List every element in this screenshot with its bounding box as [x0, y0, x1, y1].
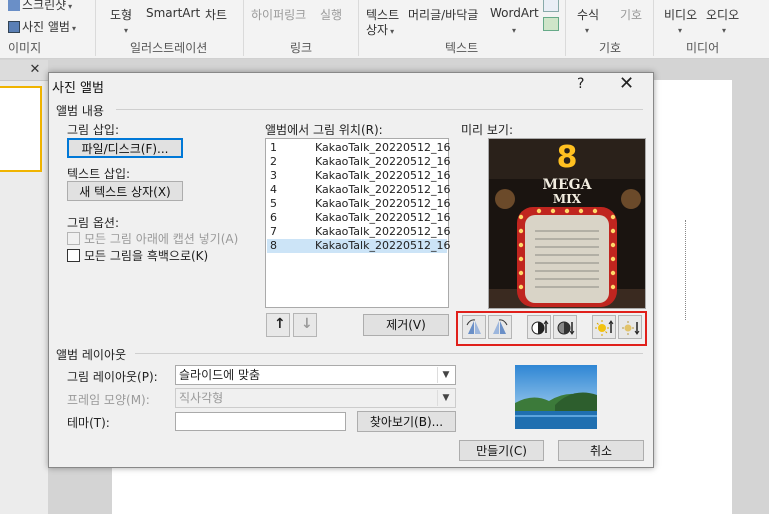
photo-album-button[interactable]: 사진 앨범 ▾: [8, 18, 76, 35]
black-white-label: 모든 그림을 흑백으로(K): [84, 249, 209, 263]
symbol-button[interactable]: 기호: [620, 6, 642, 23]
picture-layout-label: 그림 레이아웃(P):: [67, 370, 158, 384]
header-footer-button[interactable]: 머리글/바닥글: [408, 6, 478, 23]
group-separator: [95, 0, 96, 56]
file-disk-button[interactable]: 파일/디스크(F)...: [67, 138, 183, 158]
divider: [135, 353, 643, 354]
chevron-down-icon: ▼: [437, 367, 454, 383]
shapes-button[interactable]: 도형: [110, 6, 132, 23]
screenshot-icon: [8, 0, 20, 11]
preview-image: 8 MEGA MIX: [489, 139, 645, 308]
picture-layout-select[interactable]: 슬라이드에 맞춤 ▼: [175, 365, 456, 385]
divider: [116, 109, 643, 110]
audio-button[interactable]: 오디오: [706, 6, 739, 23]
group-label-links: 링크: [290, 41, 313, 55]
preview-frame: 8 MEGA MIX: [488, 138, 646, 309]
chevron-down-icon: ▾: [124, 26, 129, 35]
wordart-button[interactable]: WordArt: [490, 6, 539, 20]
move-down-button[interactable]: ↓: [293, 313, 317, 337]
group-label-symbols: 기호: [599, 41, 622, 55]
captions-label: 모든 그림 아래에 캡션 넣기(A): [84, 232, 239, 246]
group-label-illustrations: 일러스트레이션: [130, 41, 208, 55]
browse-button[interactable]: 찾아보기(B)...: [357, 411, 456, 432]
equation-button[interactable]: 수식: [577, 6, 599, 23]
move-up-button[interactable]: ↑: [266, 313, 290, 337]
list-item[interactable]: 1 KakaoTalk_20220512_16: [267, 141, 450, 155]
pane-close-icon[interactable]: ✕: [27, 62, 43, 78]
textbox-button-line2[interactable]: 상자 ▾: [366, 21, 394, 38]
pictures-listbox[interactable]: 1 KakaoTalk_20220512_16 2 KakaoTalk_202205…: [265, 138, 450, 308]
group-separator: [653, 0, 654, 56]
frame-shape-label: 프레임 모양(M):: [67, 393, 150, 407]
chevron-down-icon: ▾: [512, 26, 517, 35]
list-item[interactable]: 4 KakaoTalk_20220512_16: [267, 183, 450, 197]
preview-sign-text1: MEGA: [543, 177, 593, 193]
chevron-down-icon: ▾: [678, 26, 683, 35]
preview-sign-text2: MIX: [553, 192, 582, 206]
placeholder-border: [683, 220, 686, 320]
list-item[interactable]: 3 KakaoTalk_20220512_16: [267, 169, 450, 183]
chevron-down-icon: ▾: [390, 27, 395, 36]
video-button[interactable]: 비디오: [664, 6, 697, 23]
object-icon[interactable]: [543, 17, 559, 31]
group-label-media: 미디어: [686, 41, 720, 55]
captions-checkbox[interactable]: [67, 232, 80, 245]
arrow-up-icon: ↑: [274, 316, 286, 332]
black-white-checkbox[interactable]: [67, 249, 80, 262]
screenshot-button[interactable]: 스크린샷 ▾: [8, 0, 72, 13]
theme-label: 테마(T):: [67, 416, 110, 430]
chevron-down-icon: ▾: [722, 26, 727, 35]
group-label-text: 텍스트: [445, 41, 479, 55]
list-item[interactable]: 2 KakaoTalk_20220512_16: [267, 155, 450, 169]
pictures-in-album-label: 앨범에서 그림 위치(R):: [265, 123, 383, 137]
album-layout-heading: 앨범 레이아웃: [56, 348, 127, 362]
preview-label: 미리 보기:: [461, 123, 514, 137]
album-content-heading: 앨범 내용: [56, 104, 104, 118]
hyperlink-button[interactable]: 하이퍼링크: [251, 6, 306, 23]
chevron-down-icon: ▼: [437, 390, 454, 406]
signature-line-icon[interactable]: [543, 0, 559, 12]
group-label-images: 이미지: [8, 41, 42, 55]
slide-thumbnail[interactable]: [0, 86, 42, 172]
group-separator: [358, 0, 359, 56]
chevron-down-icon: ▾: [585, 26, 590, 35]
help-button[interactable]: ?: [577, 76, 584, 92]
arrow-down-icon: ↓: [301, 316, 313, 332]
insert-text-label: 텍스트 삽입:: [67, 167, 131, 181]
theme-input[interactable]: [175, 412, 346, 431]
new-textbox-button[interactable]: 새 텍스트 상자(X): [67, 181, 183, 201]
list-item[interactable]: 5 KakaoTalk_20220512_16: [267, 197, 450, 211]
chevron-down-icon: ▾: [68, 2, 73, 11]
remove-button[interactable]: 제거(V): [363, 314, 449, 336]
landscape-thumbnail: [515, 365, 597, 429]
group-separator: [243, 0, 244, 56]
layout-preview-image: [515, 365, 597, 429]
chevron-down-icon: ▾: [71, 24, 76, 33]
insert-picture-label: 그림 삽입:: [67, 123, 120, 137]
action-button[interactable]: 실행: [320, 6, 342, 23]
photo-album-icon: [8, 21, 20, 33]
smartart-button[interactable]: SmartArt: [146, 6, 200, 20]
create-button[interactable]: 만들기(C): [459, 440, 544, 461]
list-item[interactable]: 6 KakaoTalk_20220512_16: [267, 211, 450, 225]
cancel-button[interactable]: 취소: [558, 440, 644, 461]
list-item[interactable]: 7 KakaoTalk_20220512_16: [267, 225, 450, 239]
preview-sign-number: 8: [557, 140, 578, 175]
list-item-selected[interactable]: 8 KakaoTalk_20220512_16: [267, 239, 450, 253]
picture-options-label: 그림 옵션:: [67, 216, 120, 230]
frame-shape-select[interactable]: 직사각형 ▼: [175, 388, 456, 408]
group-separator: [565, 0, 566, 56]
close-button[interactable]: ✕: [619, 74, 634, 94]
highlight-box: [456, 311, 647, 346]
dialog-title: 사진 앨범: [52, 81, 104, 96]
chart-button[interactable]: 차트: [205, 6, 227, 23]
